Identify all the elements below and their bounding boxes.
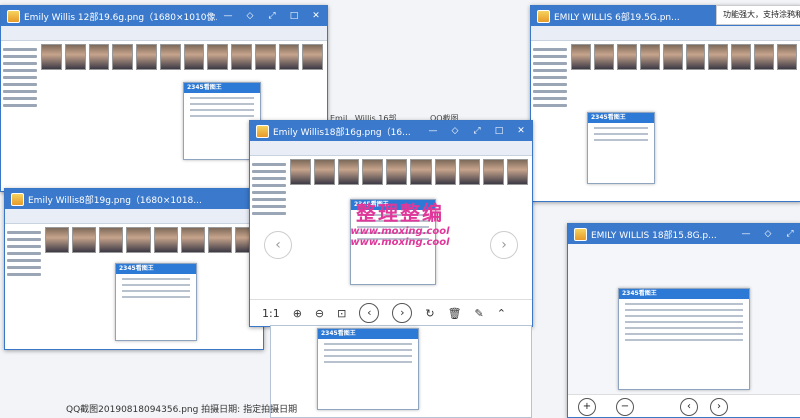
minimize-icon[interactable]: — [735, 224, 757, 244]
window-titlebar[interactable]: Emily Willis8部19g.png（1680×1018... [5, 189, 263, 209]
skin-icon[interactable]: ◇ [444, 121, 466, 141]
next-icon[interactable]: › [710, 398, 728, 416]
delete-icon[interactable]: 🗑 [448, 307, 462, 320]
thumbnail-strip [571, 44, 798, 70]
image-window-5[interactable]: EMILY WILLIS 18部15.8G.p... — ◇ ⤢ 2345看图王… [567, 223, 800, 418]
app-icon [574, 227, 587, 241]
dialog-brand: 2345看图王 [116, 264, 196, 274]
explorer-ribbon [531, 26, 800, 41]
watermark-url-1: www.moxing.cool [350, 226, 450, 237]
image-window-2[interactable]: EMILY WILLIS 6部19.5G.pn... — ◇ ⤢ 2345看图王 [530, 5, 800, 202]
window-title: Emily Willis8部19g.png（1680×1018... [28, 195, 202, 206]
embedded-dialog: 2345看图王 [587, 112, 655, 184]
thumbnail-strip [45, 227, 259, 253]
watermark-title: 整理整编 [356, 201, 444, 225]
zoom-out-icon[interactable]: ⊖ [315, 307, 324, 320]
close-icon[interactable]: ✕ [510, 121, 532, 141]
explorer-tree [7, 227, 41, 345]
skin-icon[interactable]: ◇ [239, 6, 261, 26]
maximize-icon[interactable]: □ [283, 6, 305, 26]
explorer-tree [533, 44, 567, 197]
zoom-in-icon[interactable]: ⊕ [293, 307, 302, 320]
explorer-tree [3, 44, 37, 187]
more-icon[interactable]: ⌃ [497, 307, 506, 320]
dialog-brand: 2345看图王 [318, 329, 418, 339]
image-area: 2345看图王 [531, 26, 800, 201]
image-window-3[interactable]: Emily Willis8部19g.png（1680×1018... 2345看… [4, 188, 264, 350]
previous-image-button[interactable]: ‹ [264, 231, 292, 259]
window-title: Emily Willis 12部19.6g.png（1680×1010像... [24, 12, 217, 23]
dialog-brand: 2345看图王 [619, 289, 749, 299]
image-area: 2345看图王 + − ‹ › [568, 244, 800, 417]
feature-tip: 功能强大，支持涂鸦和马赛克 [716, 5, 800, 25]
thumbnail-strip [41, 44, 323, 70]
next-image-icon[interactable]: › [392, 303, 413, 323]
bottom-caption: QQ截图20190818094356.png 拍摄日期: 指定拍摄日期 [66, 405, 298, 415]
background-window-bottom: 2345看图王 [270, 325, 532, 418]
window-title: EMILY WILLIS 18部15.8G.p... [591, 230, 717, 241]
watermark: 整理整编 www.moxing.cool www.moxing.cool [330, 197, 470, 248]
zoom-in-icon[interactable]: + [578, 398, 596, 416]
embedded-dialog: 2345看图王 [317, 328, 419, 410]
app-icon [537, 9, 550, 23]
fullscreen-icon[interactable]: ⤢ [779, 224, 800, 244]
embedded-dialog: 2345看图王 [618, 288, 750, 390]
image-window-4[interactable]: Emily Willis18部16g.png（16... — ◇ ⤢ □ ✕ 2… [249, 120, 533, 327]
actual-size-button[interactable]: 1:1 [262, 307, 280, 320]
image-area: 2345看图王 [5, 209, 263, 349]
window-titlebar[interactable]: Emily Willis18部16g.png（16... — ◇ ⤢ □ ✕ [250, 121, 532, 141]
rotate-icon[interactable]: ↻ [425, 307, 434, 320]
zoom-out-icon[interactable]: − [616, 398, 634, 416]
app-icon [256, 124, 269, 138]
fit-window-icon[interactable]: ⊡ [337, 307, 346, 320]
prev-icon[interactable]: ‹ [680, 398, 698, 416]
fullscreen-icon[interactable]: ⤢ [466, 121, 488, 141]
thumbnail-strip [290, 159, 528, 185]
minimize-icon[interactable]: — [217, 6, 239, 26]
dialog-brand: 2345看图王 [184, 83, 260, 93]
skin-icon[interactable]: ◇ [757, 224, 779, 244]
image-area: 2345看图王 ‹ › 整理整编 www.moxing.cool www.mox… [250, 141, 532, 326]
window-titlebar[interactable]: Emily Willis 12部19.6g.png（1680×1010像... … [1, 6, 327, 26]
explorer-ribbon [5, 209, 263, 224]
next-image-button[interactable]: › [490, 231, 518, 259]
explorer-ribbon [250, 141, 532, 156]
viewer-toolbar: + − ‹ › [568, 394, 800, 417]
window-titlebar[interactable]: EMILY WILLIS 18部15.8G.p... — ◇ ⤢ [568, 224, 800, 244]
maximize-icon[interactable]: □ [488, 121, 510, 141]
window-title: EMILY WILLIS 6部19.5G.pn... [554, 12, 680, 23]
prev-image-icon[interactable]: ‹ [359, 303, 380, 323]
minimize-icon[interactable]: — [422, 121, 444, 141]
watermark-url-2: www.moxing.cool [350, 237, 450, 248]
close-icon[interactable]: ✕ [305, 6, 327, 26]
app-icon [11, 192, 24, 206]
dialog-brand: 2345看图王 [588, 113, 654, 123]
viewer-toolbar: 1:1 ⊕ ⊖ ⊡ ‹ › ↻ 🗑 ✎ ⌃ [250, 299, 532, 326]
embedded-dialog: 2345看图王 [115, 263, 197, 341]
app-icon [7, 9, 20, 23]
edit-icon[interactable]: ✎ [475, 307, 484, 320]
explorer-ribbon [1, 26, 327, 41]
window-title: Emily Willis18部16g.png（16... [273, 127, 411, 138]
fullscreen-icon[interactable]: ⤢ [261, 6, 283, 26]
